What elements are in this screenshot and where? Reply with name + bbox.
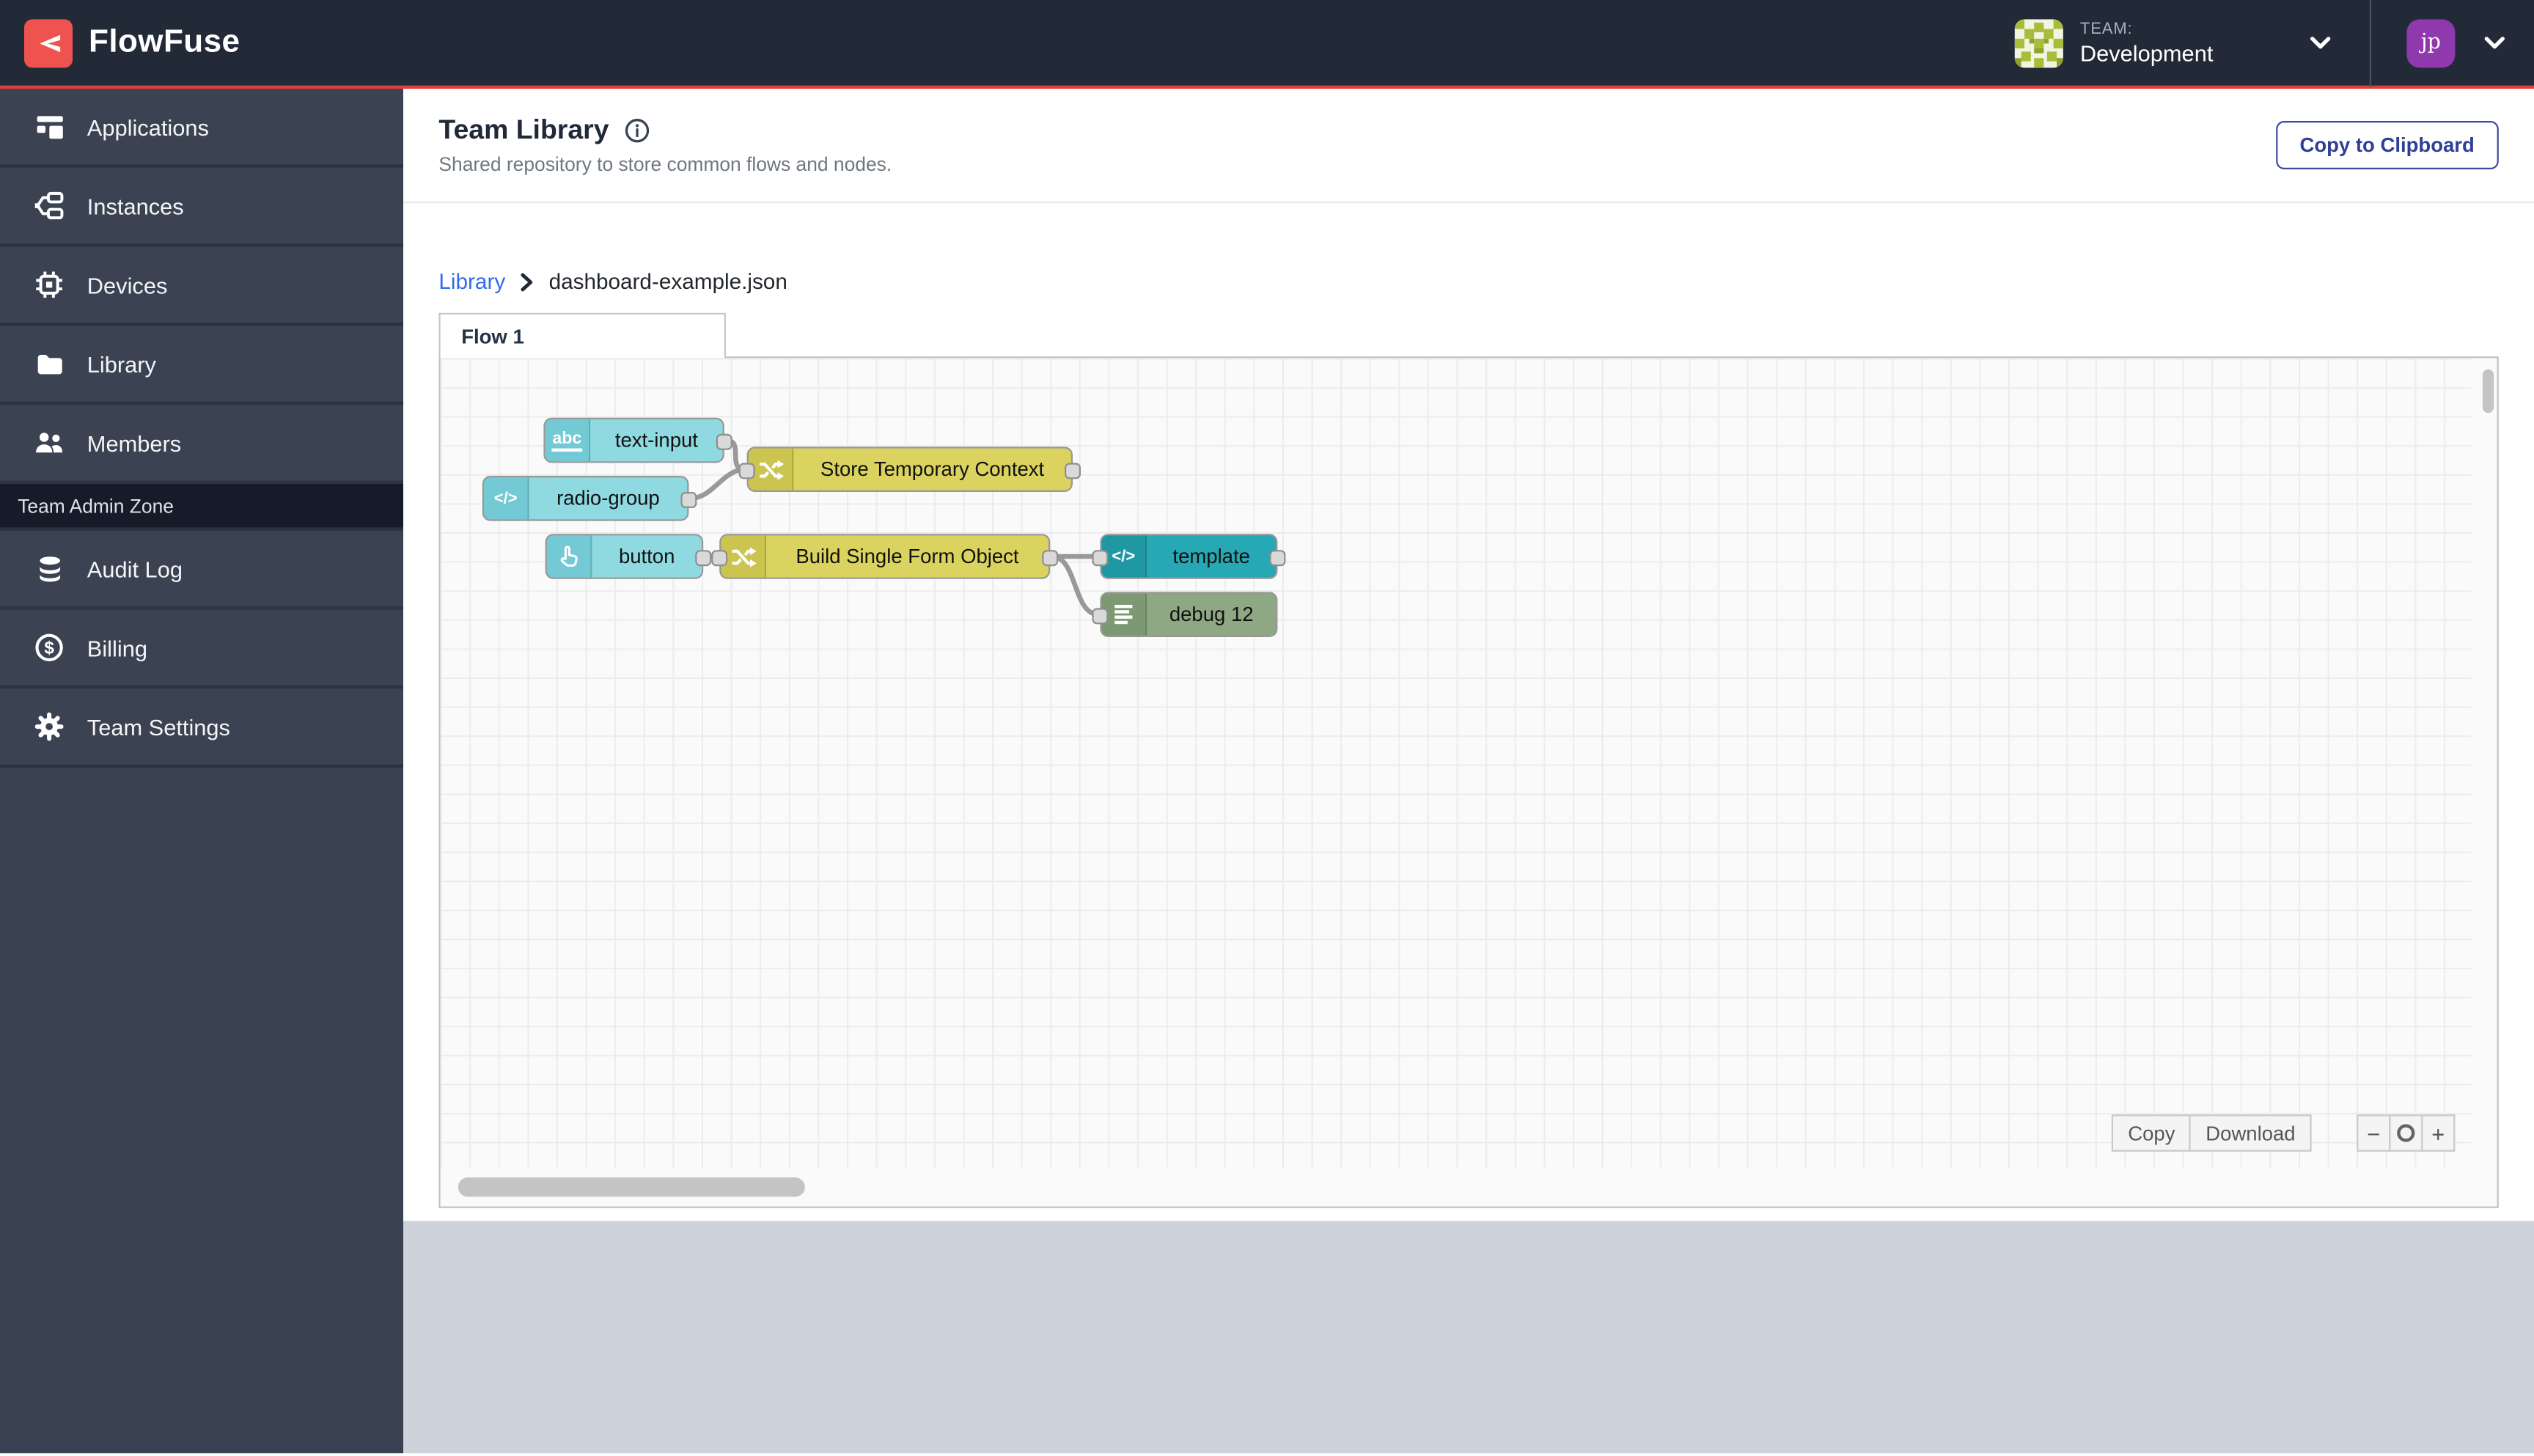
sidebar-item-team-settings[interactable]: Team Settings (0, 688, 403, 768)
instances-icon (32, 188, 66, 222)
node-output-port[interactable] (680, 492, 697, 508)
topnav-right: TEAM: Development jp (1991, 0, 2534, 87)
team-admin-zone-label: Team Admin Zone (0, 484, 403, 531)
info-icon[interactable] (623, 118, 649, 144)
library-view: Library dashboard-example.json Flow 1 ab… (403, 203, 2534, 1208)
user-avatar: jp (2406, 18, 2456, 67)
team-switcher[interactable]: TEAM: Development (1991, 0, 2370, 86)
audit-log-icon (32, 551, 66, 585)
chevron-down-icon (2310, 35, 2331, 50)
page-title: Team Library (438, 114, 609, 145)
flow-node-text-input[interactable]: abc text-input (543, 417, 732, 463)
change-icon (748, 448, 794, 490)
flowfuse-logo-icon (24, 18, 73, 67)
pointer-icon (546, 535, 592, 578)
brand-name: FlowFuse (89, 24, 240, 60)
sidebar-item-label: Instances (87, 192, 184, 219)
library-icon (32, 347, 66, 380)
copy-flow-button[interactable]: Copy (2112, 1114, 2192, 1152)
billing-icon: $ (32, 630, 66, 664)
sidebar-item-label: Audit Log (87, 555, 183, 582)
sidebar-item-library[interactable]: Library (0, 326, 403, 405)
sidebar-item-label: Applications (87, 114, 209, 140)
sidebar-item-label: Team Settings (87, 713, 230, 740)
zoom-reset-button[interactable] (2389, 1114, 2423, 1152)
node-output-port[interactable] (716, 433, 732, 450)
flow-tab[interactable]: Flow 1 (438, 312, 726, 359)
flow-node-store-temporary-context[interactable]: Store Temporary Context (738, 446, 1081, 492)
copy-to-clipboard-button[interactable]: Copy to Clipboard (2275, 121, 2499, 169)
flow-node-build-single-form-object[interactable]: Build Single Form Object (711, 534, 1059, 579)
svg-text:$: $ (44, 639, 54, 658)
vertical-scrollbar-thumb[interactable] (2482, 369, 2494, 413)
flow-node-button[interactable]: button (545, 534, 712, 579)
page-header: Team Library Shared repository to store … (403, 89, 2534, 204)
node-output-port[interactable] (1042, 550, 1059, 567)
node-input-port[interactable] (1092, 608, 1109, 625)
flow-canvas[interactable]: abc text-input Store Temporary Context <… (438, 356, 2499, 1208)
node-output-port[interactable] (695, 550, 712, 567)
node-input-port[interactable] (1092, 550, 1109, 567)
export-controls: Copy Download (2112, 1114, 2312, 1152)
breadcrumb-current-file: dashboard-example.json (548, 269, 787, 294)
node-output-port[interactable] (1065, 463, 1081, 479)
breadcrumb-library-link[interactable]: Library (438, 269, 505, 293)
flow-node-debug-12[interactable]: debug 12 (1092, 592, 1278, 637)
user-menu[interactable]: jp (2371, 0, 2534, 86)
breadcrumb: Library dashboard-example.json (438, 266, 2534, 297)
team-label: TEAM: (2079, 20, 2133, 38)
sidebar-item-applications[interactable]: Applications (0, 89, 403, 168)
zoom-controls: − + (2357, 1114, 2456, 1152)
team-settings-icon (32, 710, 66, 743)
sidebar-item-label: Library (87, 350, 156, 377)
canvas-grid (440, 358, 2472, 1168)
horizontal-scrollbar-thumb[interactable] (458, 1177, 805, 1197)
sidebar-item-billing[interactable]: $ Billing (0, 609, 403, 689)
zoom-in-button[interactable]: + (2421, 1114, 2456, 1152)
flowfuse-logo[interactable]: FlowFuse (0, 18, 240, 67)
change-icon (721, 535, 766, 578)
top-nav: FlowFuse TEAM: Development jp (0, 0, 2534, 89)
members-icon (32, 426, 66, 460)
code-icon: </> (1101, 535, 1147, 578)
abc-icon: abc (545, 419, 591, 462)
sidebar-item-audit-log[interactable]: Audit Log (0, 530, 403, 610)
main-content: Team Library Shared repository to store … (403, 89, 2534, 1454)
sidebar-item-label: Billing (87, 634, 147, 661)
sidebar-item-label: Members (87, 430, 182, 456)
page-subtitle: Shared repository to store common flows … (438, 153, 892, 176)
flow-node-radio-group[interactable]: </> radio-group (482, 476, 697, 521)
node-input-port[interactable] (711, 550, 728, 567)
zoom-out-button[interactable]: − (2357, 1114, 2391, 1152)
applications-icon (32, 110, 66, 144)
node-output-port[interactable] (1269, 550, 1286, 567)
sidebar: Applications Instances Devices Library M… (0, 89, 403, 1454)
download-flow-button[interactable]: Download (2189, 1114, 2312, 1152)
debug-icon (1101, 593, 1147, 636)
flow-node-template[interactable]: </> template (1092, 534, 1286, 579)
page-footer-area (403, 1221, 2534, 1454)
code-icon: </> (484, 477, 529, 520)
team-name: Development (2079, 39, 2214, 66)
team-avatar (2013, 18, 2063, 67)
chevron-down-icon (2484, 35, 2505, 50)
flow-tab-label: Flow 1 (461, 325, 524, 348)
sidebar-item-devices[interactable]: Devices (0, 246, 403, 326)
sidebar-item-label: Devices (87, 271, 168, 298)
node-input-port[interactable] (738, 463, 755, 479)
circle-icon (2397, 1124, 2415, 1142)
chevron-right-icon (520, 272, 535, 291)
sidebar-item-instances[interactable]: Instances (0, 167, 403, 247)
sidebar-item-members[interactable]: Members (0, 405, 403, 484)
flowfuse-app: FlowFuse TEAM: Development jp Applicatio… (0, 0, 2534, 1456)
devices-icon (32, 268, 66, 301)
